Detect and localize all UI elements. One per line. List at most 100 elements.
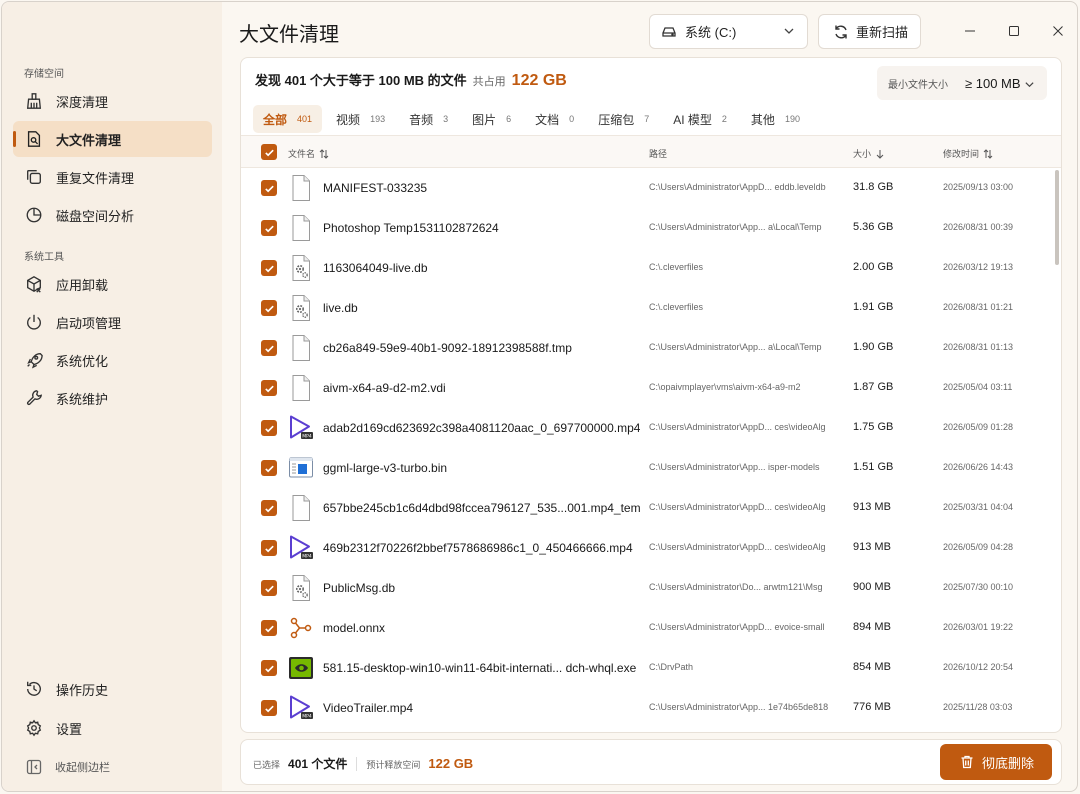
sidebar-item-startup[interactable]: 启动项管理 (13, 304, 212, 340)
column-name-header[interactable]: 文件名 (288, 147, 329, 160)
table-row[interactable]: MANIFEST-033235 C:\Users\Administrator\Ap… (241, 168, 1061, 208)
table-row[interactable]: Photoshop Temp1531102872624 C:\Users\Admi… (241, 208, 1061, 248)
min-size-label: 最小文件大小 (888, 79, 948, 91)
row-checkbox[interactable] (261, 340, 277, 356)
file-modified: 2026/05/09 04:28 (943, 542, 1014, 552)
file-modified: 2025/07/30 00:10 (943, 582, 1014, 592)
free-space-value: 122 GB (428, 756, 474, 771)
delete-permanently-button[interactable]: 彻底删除 (940, 744, 1052, 780)
sidebar-item-maintenance[interactable]: 系统维护 (13, 380, 212, 416)
file-size: 31.8 GB (853, 181, 894, 193)
close-icon (1053, 26, 1063, 36)
select-all-checkbox[interactable] (261, 144, 277, 160)
scrollbar-thumb[interactable] (1055, 170, 1059, 265)
sidebar-section-storage: 存储空间 (24, 69, 64, 80)
row-checkbox[interactable] (261, 260, 277, 276)
refresh-icon (833, 24, 849, 40)
table-row[interactable]: model.onnx C:\Users\Administrator\AppD...… (241, 608, 1061, 648)
rescan-button[interactable]: 重新扫描 (818, 14, 921, 49)
row-checkbox[interactable] (261, 700, 277, 716)
sidebar-item-settings[interactable]: 设置 (13, 710, 212, 746)
history-icon (24, 679, 44, 699)
row-checkbox[interactable] (261, 420, 277, 436)
check-icon (264, 625, 274, 632)
tab-archive[interactable]: 压缩包 7 (588, 105, 659, 133)
row-checkbox[interactable] (261, 380, 277, 396)
row-checkbox[interactable] (261, 500, 277, 516)
table-row[interactable]: cb26a849-59e9-40b1-9092-18912398588f.tmp… (241, 328, 1061, 368)
file-size: 1.87 GB (853, 381, 894, 393)
tab-label: 视频 (336, 112, 361, 127)
tab-label: 其他 (750, 112, 775, 127)
sidebar-item-optimize[interactable]: 系统优化 (13, 342, 212, 378)
copy-icon (24, 167, 44, 187)
gear-icon (24, 718, 44, 738)
sidebar-item-deep-clean[interactable]: 深度清理 (13, 83, 212, 119)
maximize-button[interactable] (1003, 20, 1025, 42)
minimize-button[interactable] (959, 20, 981, 42)
file-name: 1163064049-live.db (323, 261, 428, 275)
sidebar-item-label: 应用卸载 (56, 277, 109, 293)
row-checkbox[interactable] (261, 220, 277, 236)
chevron-down-icon (783, 25, 795, 37)
tab-ai-model[interactable]: AI 模型 2 (663, 105, 737, 133)
row-checkbox[interactable] (261, 180, 277, 196)
row-checkbox[interactable] (261, 660, 277, 676)
sidebar-item-history[interactable]: 操作历史 (13, 671, 212, 707)
large-file-icon (24, 129, 44, 149)
row-checkbox[interactable] (261, 460, 277, 476)
min-size-value: ≥ 100 MB (965, 75, 1021, 91)
sidebar-item-uninstall[interactable]: 应用卸载 (13, 266, 212, 302)
table-row[interactable]: live.db C:\.cleverfiles 1.91 GB 2026/08/31 … (241, 288, 1061, 328)
check-icon (264, 185, 274, 192)
tab-other[interactable]: 其他 190 (741, 105, 810, 133)
tab-all[interactable]: 全部 401 (253, 105, 323, 133)
table-row[interactable]: ggml-large-v3-turbo.bin C:\Users\Administ… (241, 448, 1061, 488)
file-modified: 2026/03/01 19:22 (943, 622, 1014, 632)
file-size: 854 MB (853, 661, 891, 673)
tab-document[interactable]: 文档 0 (525, 105, 584, 133)
column-size-header[interactable]: 大小 (853, 147, 885, 160)
table-row[interactable]: 581.15-desktop-win10-win11-64bit-interna… (241, 648, 1061, 688)
file-path: C:\Users\Administrator\AppD... ces\video… (649, 422, 826, 432)
sidebar-collapse-icon (26, 759, 42, 775)
file-path: C:\Users\Administrator\Do... arwtm121\Ms… (649, 582, 823, 592)
divider (356, 756, 358, 771)
file-size: 2.00 GB (853, 261, 894, 273)
file-size: 913 MB (853, 501, 891, 513)
row-checkbox[interactable] (261, 300, 277, 316)
sidebar-item-duplicates[interactable]: 重复文件清理 (13, 159, 212, 195)
app-window: 存储空间 深度清理 大文件清理 重复文件清理 磁盘空间分析 系统工具 应用卸载 … (1, 1, 1078, 792)
file-name: model.onnx (323, 621, 386, 635)
tab-audio[interactable]: 音频 3 (399, 105, 458, 133)
table-row[interactable]: PublicMsg.db C:\Users\Administrator\Do...… (241, 568, 1061, 608)
svg-text:MP4: MP4 (302, 554, 312, 560)
table-row[interactable]: MP4 VideoTrailer.mp4 C:\Users\Administrato… (241, 688, 1061, 728)
sidebar-item-large-files[interactable]: 大文件清理 (13, 121, 212, 157)
table-row[interactable]: MP4 adab2d169cd623692c398a4081120aac_0_69… (241, 408, 1061, 448)
trash-icon (960, 755, 974, 769)
close-button[interactable] (1047, 20, 1069, 42)
column-path-header[interactable]: 路径 (649, 147, 667, 160)
tab-video[interactable]: 视频 193 (326, 105, 395, 133)
collapse-sidebar-button[interactable]: 收起侧边栏 (26, 759, 110, 775)
table-row[interactable]: aivm-x64-a9-d2-m2.vdi C:\opaivmplayer\vms… (241, 368, 1061, 408)
row-checkbox[interactable] (261, 620, 277, 636)
free-space-label: 预计释放空间 (366, 760, 421, 770)
selected-count: 401 个文件 (288, 757, 348, 771)
tab-image[interactable]: 图片 6 (462, 105, 521, 133)
table-row[interactable]: 1163064049-live.db C:\.cleverfiles 2.00 GB… (241, 248, 1061, 288)
row-checkbox[interactable] (261, 540, 277, 556)
file-list-panel: 发现 401 个大于等于 100 MB 的文件 共占用 122 GB 最小文件大… (240, 57, 1062, 733)
file-name: PublicMsg.db (323, 581, 396, 595)
pie-chart-icon (24, 205, 44, 225)
min-size-select[interactable]: 最小文件大小 ≥ 100 MB (877, 66, 1047, 100)
table-row[interactable]: 657bbe245cb1c6d4dbd98fccea796127_535...0… (241, 488, 1061, 528)
sidebar-item-disk-analysis[interactable]: 磁盘空间分析 (13, 197, 212, 233)
file-size: 894 MB (853, 621, 891, 633)
table-row[interactable]: MP4 469b2312f70226f2bbef7578686986c1_0_45… (241, 528, 1061, 568)
package-remove-icon (24, 274, 44, 294)
drive-select[interactable]: 系统 (C:) (649, 14, 808, 49)
column-modified-header[interactable]: 修改时间 (943, 147, 993, 160)
row-checkbox[interactable] (261, 580, 277, 596)
